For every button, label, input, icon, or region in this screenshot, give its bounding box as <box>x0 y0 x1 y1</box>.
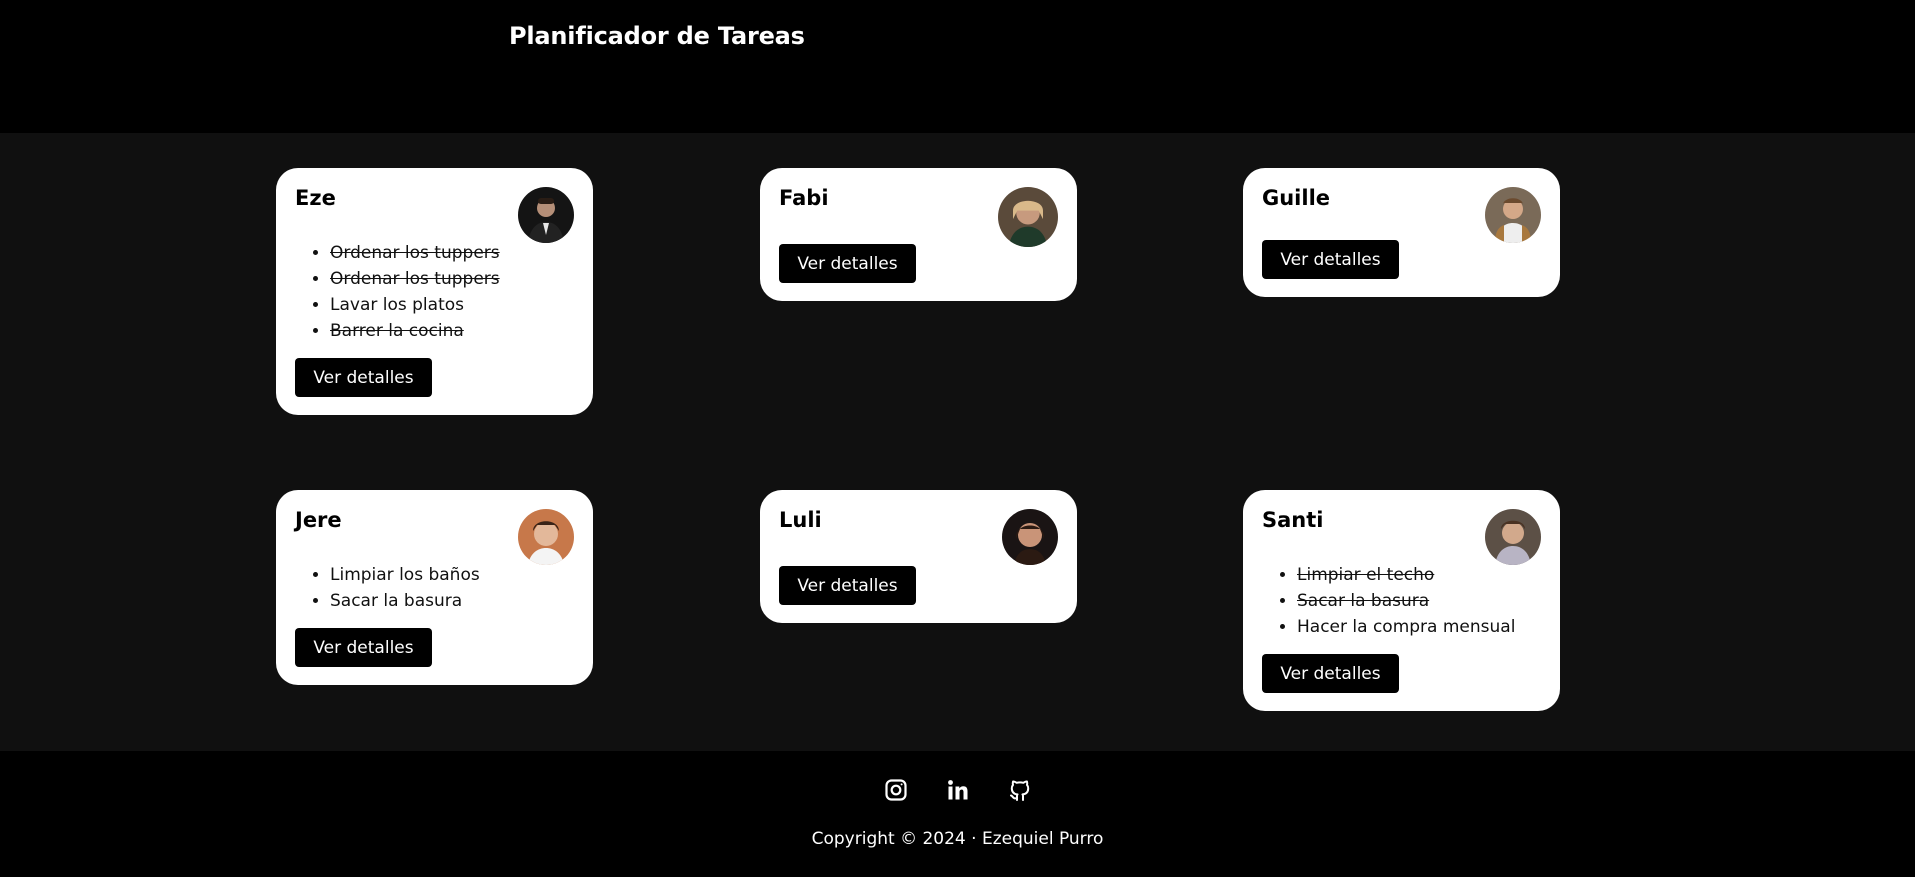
person-card-santi: Santi Limpiar el techo Sacar la basura H… <box>1243 490 1560 711</box>
task-item: Ordenar los tuppers <box>330 266 574 292</box>
cards-grid: Eze Ordenar los tuppers Ordenar los tupp… <box>0 133 1915 751</box>
task-list: Limpiar el techo Sacar la basura Hacer l… <box>1262 562 1541 640</box>
task-item: Sacar la basura <box>330 588 574 614</box>
person-card-luli: Luli Ver detalles <box>760 490 1077 623</box>
task-item: Barrer la cocina <box>330 318 574 344</box>
github-icon[interactable] <box>1008 778 1032 802</box>
site-footer <box>0 751 1915 877</box>
person-card-jere: Jere Limpiar los baños Sacar la basura V… <box>276 490 593 685</box>
view-details-button[interactable]: Ver detalles <box>1262 654 1399 693</box>
person-avatar-icon <box>1485 187 1541 243</box>
person-avatar-icon <box>998 187 1058 247</box>
view-details-button[interactable]: Ver detalles <box>295 628 432 667</box>
task-item: Limpiar el techo <box>1297 562 1541 588</box>
task-item: Hacer la compra mensual <box>1297 614 1541 640</box>
task-item: Lavar los platos <box>330 292 574 318</box>
task-list: Limpiar los baños Sacar la basura <box>295 562 574 614</box>
person-avatar-icon <box>1002 509 1058 565</box>
site-header: Planificador de Tareas <box>0 0 1915 133</box>
task-list: Ordenar los tuppers Ordenar los tuppers … <box>295 240 574 344</box>
view-details-button[interactable]: Ver detalles <box>295 358 432 397</box>
view-details-button[interactable]: Ver detalles <box>779 244 916 283</box>
person-avatar-icon <box>518 509 574 565</box>
person-card-fabi: Fabi Ver detalles <box>760 168 1077 301</box>
task-item: Limpiar los baños <box>330 562 574 588</box>
social-links <box>0 778 1915 802</box>
view-details-button[interactable]: Ver detalles <box>779 566 916 605</box>
person-card-guille: Guille Ver detalles <box>1243 168 1560 297</box>
person-card-eze: Eze Ordenar los tuppers Ordenar los tupp… <box>276 168 593 415</box>
person-avatar-icon <box>1485 509 1541 565</box>
page-title: Planificador de Tareas <box>509 22 805 50</box>
linkedin-icon[interactable] <box>946 778 970 802</box>
view-details-button[interactable]: Ver detalles <box>1262 240 1399 279</box>
copyright-text: Copyright © 2024 · Ezequiel Purro <box>811 829 1104 849</box>
task-item: Sacar la basura <box>1297 588 1541 614</box>
task-item: Ordenar los tuppers <box>330 240 574 266</box>
person-avatar-icon <box>518 187 574 243</box>
instagram-icon[interactable] <box>884 778 908 802</box>
